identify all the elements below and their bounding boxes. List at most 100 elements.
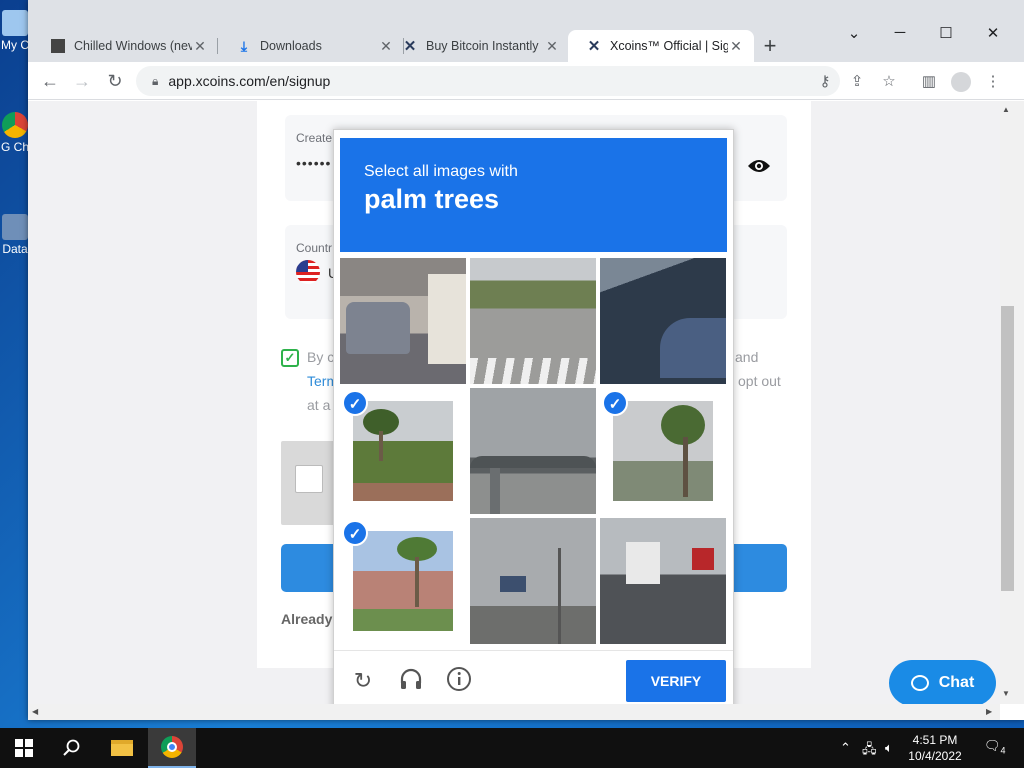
file-explorer-button[interactable] [98, 728, 146, 768]
desktop-icon-label: G Ch [0, 140, 29, 154]
minimize-button[interactable]: ─ [880, 24, 920, 41]
captcha-challenge: Select all images with palm trees ✓ ✓ ✓ … [333, 129, 734, 704]
captcha-tile-4[interactable]: ✓ [340, 388, 466, 514]
chat-button[interactable]: Chat [889, 660, 996, 704]
captcha-tile-3[interactable] [600, 258, 726, 384]
desktop-icon-label: My C [1, 38, 29, 52]
tab-title: Chilled Windows (nev [74, 39, 192, 53]
close-icon[interactable]: ✕ [728, 38, 744, 55]
vertical-scrollbar[interactable]: ▲ ▼ [1000, 101, 1024, 704]
tab-xcoins-signup[interactable]: ✕ Xcoins™ Official | Sig ✕ [568, 30, 754, 62]
eye-icon[interactable] [747, 157, 771, 180]
tab-buy-bitcoin[interactable]: ✕ Buy Bitcoin Instantly ✕ [384, 30, 570, 62]
window-thumb-icon [50, 38, 66, 54]
show-hidden-icons-chevron[interactable]: ⌃ [840, 740, 851, 756]
tab-title: Xcoins™ Official | Sig [610, 39, 728, 53]
info-icon[interactable] [444, 666, 474, 696]
refresh-icon[interactable]: ↻ [348, 666, 378, 696]
tile-image [353, 401, 453, 501]
desktop-icon-label: Data [2, 242, 28, 256]
clock[interactable]: 4:51 PM 10/4/2022 [905, 732, 965, 764]
url-text: app.xcoins.com/en/signup [168, 73, 331, 89]
scroll-left-arrow[interactable]: ◀ [32, 707, 38, 716]
chat-label: Chat [938, 674, 975, 691]
xcoins-icon: ✕ [587, 38, 601, 55]
close-icon[interactable]: ✕ [192, 38, 208, 55]
maximize-button[interactable]: ☐ [926, 24, 966, 42]
tile-image [340, 258, 466, 384]
search-button[interactable] [48, 728, 96, 768]
start-button[interactable] [0, 728, 48, 768]
scrollbar-thumb[interactable] [1001, 306, 1014, 591]
verify-button[interactable]: VERIFY [626, 660, 726, 702]
chat-bubble-icon [910, 675, 929, 691]
close-window-button[interactable]: ✕ [973, 24, 1013, 42]
captcha-widget[interactable] [281, 441, 341, 525]
browser-window: Chilled Windows (nev ✕ ⤓ Downloads ✕ ✕ B… [28, 0, 1024, 720]
bookmark-star-icon[interactable]: ☆ [878, 71, 900, 93]
desktop-icon-chrome[interactable]: G Ch [0, 112, 30, 154]
password-label: Create [296, 131, 333, 145]
clock-date: 10/4/2022 [908, 749, 962, 763]
new-tab-button[interactable]: + [758, 34, 782, 58]
terms-checkbox[interactable]: ✓ [281, 349, 299, 367]
side-panel-icon[interactable]: ▥ [918, 71, 940, 93]
horizontal-scrollbar[interactable]: ◀ ▶ [28, 704, 1000, 720]
captcha-tile-9[interactable] [600, 518, 726, 644]
tile-image [470, 388, 596, 514]
terms-text-line1: By c [307, 349, 335, 365]
desktop-icon-data[interactable]: Data [0, 214, 30, 256]
captcha-footer-divider [334, 650, 733, 651]
desktop-icon-my-computer[interactable]: My C [0, 10, 30, 52]
terms-fragment-opt-out: opt out [738, 373, 781, 389]
tile-image [600, 258, 726, 384]
tile-image [600, 518, 726, 644]
tile-image [613, 401, 713, 501]
tab-downloads[interactable]: ⤓ Downloads ✕ [218, 30, 404, 62]
menu-icon[interactable]: ⋮ [982, 71, 1004, 93]
captcha-tile-2[interactable] [470, 258, 596, 384]
tile-image [353, 531, 453, 631]
tab-title: Downloads [260, 39, 322, 53]
profile-icon[interactable] [950, 71, 972, 93]
us-flag-icon [296, 260, 320, 284]
tile-image [470, 518, 596, 644]
volume-icon[interactable]: 🔈︎ [885, 740, 893, 756]
back-button[interactable]: ← [38, 70, 62, 92]
windows-icon [15, 739, 33, 757]
taskbar: ⌃ 🖧︎ 🔈︎ 4:51 PM 10/4/2022 🗨︎4 [0, 728, 1024, 768]
close-icon[interactable]: ✕ [544, 38, 560, 55]
scroll-up-arrow[interactable]: ▲ [1002, 105, 1010, 114]
tab-search-button[interactable]: ⌄ [834, 24, 874, 42]
terms-text-line3: at a [307, 397, 331, 413]
captcha-tile-7[interactable]: ✓ [340, 518, 466, 644]
lock-icon[interactable]: 🔒︎ [152, 74, 158, 89]
captcha-tile-5[interactable] [470, 388, 596, 514]
forward-button[interactable]: → [70, 70, 94, 92]
notification-count: 4 [1000, 745, 1006, 756]
terms-fragment-and: and [735, 349, 759, 365]
clock-time: 4:51 PM [912, 733, 958, 747]
captcha-target: palm trees [364, 184, 500, 214]
chrome-taskbar-button[interactable] [148, 728, 196, 768]
notifications-icon[interactable]: 🗨︎4 [984, 738, 1006, 756]
scroll-down-arrow[interactable]: ▼ [1002, 689, 1010, 698]
reload-button[interactable]: ↻ [103, 70, 127, 92]
captcha-header: Select all images with palm trees [340, 138, 727, 252]
captcha-tile-8[interactable] [470, 518, 596, 644]
scroll-right-arrow[interactable]: ▶ [986, 707, 992, 716]
share-icon[interactable]: ⇪ [846, 71, 868, 93]
tab-chilled-windows[interactable]: Chilled Windows (nev ✕ [32, 30, 218, 62]
address-bar[interactable]: 🔒︎ app.xcoins.com/en/signup [136, 66, 840, 96]
headphones-icon[interactable] [396, 666, 426, 696]
captcha-tile-6[interactable]: ✓ [600, 388, 726, 514]
search-icon [63, 739, 80, 756]
selected-check-icon: ✓ [342, 520, 368, 546]
xcoins-icon: ✕ [403, 38, 417, 55]
captcha-tile-1[interactable] [340, 258, 466, 384]
download-icon: ⤓ [240, 37, 248, 54]
key-icon[interactable]: ⚷ [814, 71, 836, 93]
chrome-icon [2, 112, 28, 138]
captcha-checkbox[interactable] [295, 465, 323, 493]
network-icon[interactable]: 🖧︎ [862, 740, 877, 762]
